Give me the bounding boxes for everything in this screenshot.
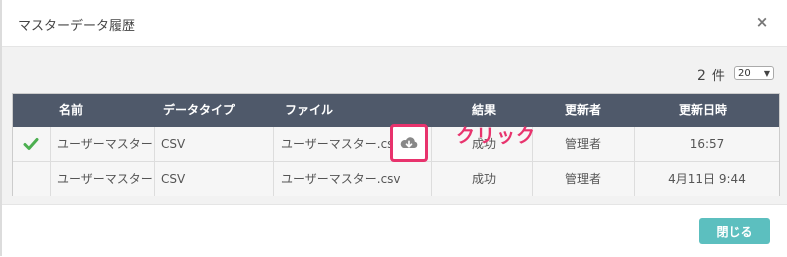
- result-count-number: 2: [697, 68, 706, 84]
- close-button[interactable]: 閉じる: [699, 218, 770, 244]
- cell-data-type: CSV: [161, 172, 186, 186]
- result-count: 2件: [697, 65, 725, 84]
- table-header: 名前 データタイプ ファイル 結果 更新者 更新日時: [13, 94, 779, 127]
- cell-data-type: CSV: [161, 137, 186, 151]
- check-icon: [23, 138, 39, 150]
- modal-header: マスターデータ履歴 ×: [2, 0, 787, 47]
- column-divider: [273, 162, 274, 196]
- annotation-click: クリック: [456, 125, 537, 147]
- column-divider: [273, 127, 274, 161]
- cell-file: ユーザーマスター.csv: [281, 172, 401, 186]
- header-updater: 更新者: [565, 103, 602, 117]
- cell-result: 成功: [472, 172, 497, 186]
- cell-name: ユーザーマスター: [57, 137, 153, 151]
- column-divider: [431, 162, 432, 196]
- result-count-unit: 件: [711, 69, 725, 84]
- column-divider: [532, 162, 533, 196]
- modal-title: マスターデータ履歴: [18, 19, 136, 34]
- per-page-value: 20: [738, 68, 751, 79]
- header-data-type: データタイプ: [163, 103, 236, 117]
- column-divider: [154, 162, 155, 196]
- column-divider: [431, 127, 432, 161]
- cell-updater: 管理者: [565, 172, 602, 186]
- cloud-download-icon[interactable]: [399, 133, 419, 153]
- modal-footer: 閉じる: [2, 204, 787, 257]
- cell-updated-at: 16:57: [689, 137, 725, 151]
- cell-name: ユーザーマスター: [57, 172, 153, 186]
- header-updated-at: 更新日時: [679, 103, 728, 117]
- cell-file: ユーザーマスター.csv: [281, 137, 401, 151]
- column-divider: [154, 127, 155, 161]
- cell-updater: 管理者: [565, 137, 602, 151]
- column-divider: [50, 162, 51, 196]
- close-icon[interactable]: ×: [753, 13, 771, 31]
- per-page-select[interactable]: 20 ▼: [734, 66, 774, 80]
- cell-updated-at: 4月11日 9:44: [668, 172, 746, 186]
- header-name: 名前: [59, 103, 84, 117]
- column-divider: [50, 127, 51, 161]
- table-row[interactable]: ユーザーマスター CSV ユーザーマスター.csv 成功 管理者 4月11日 9…: [13, 162, 779, 196]
- chevron-down-icon: ▼: [763, 69, 770, 78]
- header-file: ファイル: [285, 103, 334, 117]
- download-highlight[interactable]: [390, 124, 428, 162]
